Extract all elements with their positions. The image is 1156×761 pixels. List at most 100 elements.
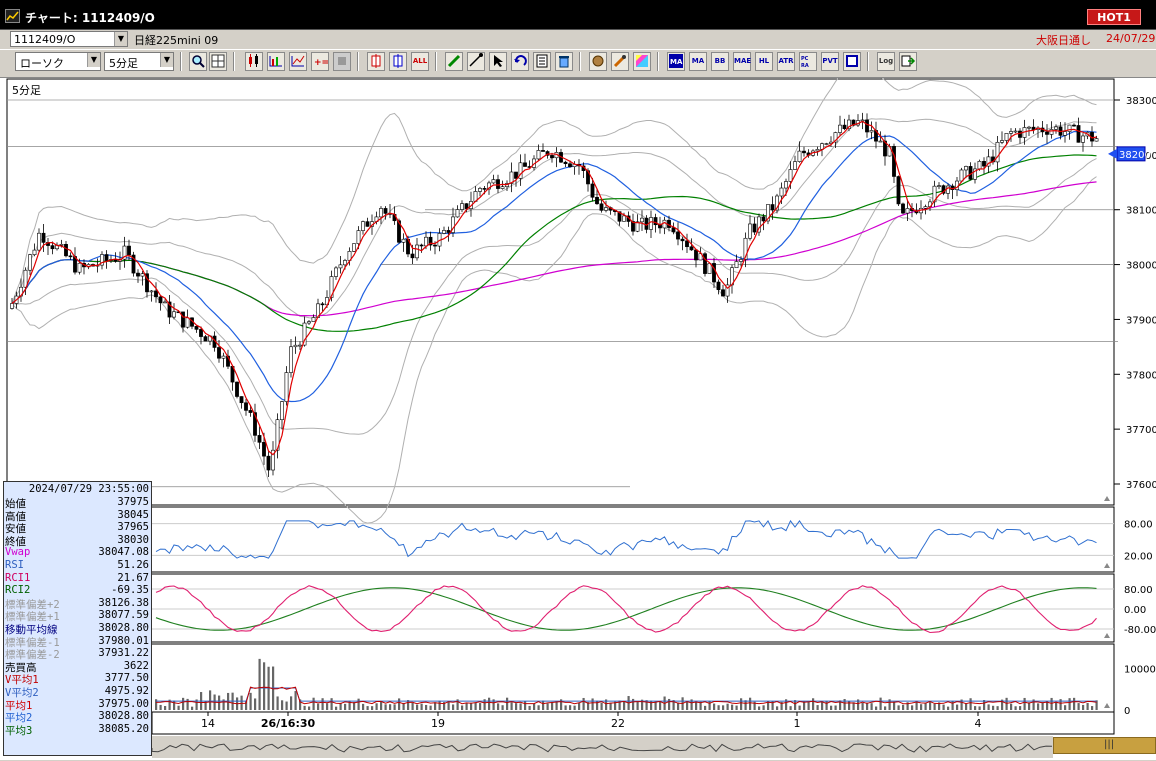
candle-body [842, 124, 847, 130]
candle-body [797, 150, 802, 162]
candle-body [752, 223, 757, 233]
volume-bar [263, 662, 266, 710]
info-value: 38126.38 [98, 596, 149, 609]
info-value: 37975 [117, 496, 149, 508]
chart-type-select[interactable]: ローソク ▼ [15, 52, 101, 71]
candle-body [140, 273, 145, 277]
candle-icon[interactable] [245, 52, 263, 71]
candle-body [734, 261, 739, 269]
cursor-icon[interactable] [489, 52, 507, 71]
candle-body [1004, 133, 1009, 141]
candle-body [536, 150, 541, 160]
frame-icon[interactable] [843, 52, 861, 71]
volume-bar [740, 698, 743, 710]
volume-bar [452, 704, 455, 710]
candle-body [289, 346, 293, 373]
candle-body [338, 264, 343, 269]
hot-button[interactable]: HOT1 [1087, 9, 1141, 25]
volume-bar [371, 706, 374, 710]
candle-body [761, 216, 766, 222]
ma2-line [11, 130, 1097, 403]
volume-bar [474, 702, 477, 710]
info-value: 51.26 [117, 559, 149, 571]
hot-label: HOT1 [1097, 11, 1131, 24]
mae-button[interactable]: MAE [733, 52, 751, 71]
volume-bar [722, 705, 725, 710]
candle-body [523, 162, 527, 167]
candle-body [293, 344, 298, 348]
pen-icon[interactable] [445, 52, 463, 71]
candle-body [568, 163, 572, 168]
color-icon[interactable] [633, 52, 651, 71]
volume-bar [1064, 705, 1067, 710]
pvt-button[interactable]: PVT [821, 52, 839, 71]
grid-icon[interactable] [209, 52, 227, 71]
volume-bar [623, 701, 626, 710]
ma-button[interactable]: MA [689, 52, 707, 71]
pcr-icon[interactable]: PC RA [799, 52, 817, 71]
all-button[interactable]: ALL [411, 52, 429, 71]
bar-chart-icon[interactable] [267, 52, 285, 71]
zoom-icon[interactable] [189, 52, 207, 71]
volume-bar [947, 706, 950, 710]
chevron-down-icon[interactable]: ▼ [160, 53, 173, 67]
candle-body [892, 146, 896, 177]
volume-bar [501, 705, 504, 710]
candle-body [838, 124, 842, 133]
interval-select[interactable]: 5分足 ▼ [104, 52, 174, 71]
box1-icon[interactable] [367, 52, 385, 71]
symbol-input[interactable]: 1112409/O ▼ [10, 31, 128, 47]
trash-icon[interactable] [555, 52, 573, 71]
candle-body [149, 290, 154, 293]
candle-body [865, 119, 869, 133]
volume-bar [1023, 697, 1026, 710]
svg-text:PC: PC [801, 56, 809, 62]
symbol-value: 1112409/O [14, 33, 76, 46]
volume-tick-label: 10000 [1124, 665, 1156, 676]
candle-body [298, 344, 302, 347]
candle-body [1081, 135, 1085, 143]
point-chart-icon[interactable]: += [311, 52, 329, 71]
undo-icon[interactable] [511, 52, 529, 71]
candle-body [716, 281, 721, 291]
volume-bar [164, 706, 167, 710]
log-button[interactable]: Log [877, 52, 895, 71]
candle-body [739, 259, 743, 262]
candle-body [199, 329, 203, 337]
volume-bar [528, 705, 531, 710]
info-value: 38045 [117, 508, 149, 521]
scrollbar-thumb[interactable]: ||| [1053, 737, 1156, 754]
chevron-down-icon[interactable]: ▼ [114, 32, 127, 46]
volume-bar [924, 702, 927, 710]
chart-area[interactable]: 38300 38200 38100 38000 37900 37800 37700 37600… [0, 77, 1156, 760]
volume-bar [551, 701, 554, 710]
candle-body [181, 311, 185, 328]
candle-body [1054, 126, 1058, 130]
volume-bar [884, 706, 887, 710]
brush-icon[interactable] [611, 52, 629, 71]
chevron-down-icon[interactable]: ▼ [87, 53, 100, 67]
box2-icon[interactable] [389, 52, 407, 71]
ma3-line [11, 154, 1097, 332]
candle-body [185, 317, 190, 328]
export-icon[interactable] [899, 52, 917, 71]
bb-button[interactable]: BB [711, 52, 729, 71]
ma-icon[interactable]: MA [667, 52, 685, 71]
hl-button[interactable]: HL [755, 52, 773, 71]
candle-body [433, 244, 437, 247]
memo-icon[interactable] [533, 52, 551, 71]
window-titlebar: チャート: 1112409/O HOT1 [0, 0, 1156, 30]
volume-bar [335, 706, 338, 710]
pattern-icon[interactable] [589, 52, 607, 71]
line-chart-icon[interactable] [289, 52, 307, 71]
svg-text:RA: RA [801, 63, 809, 69]
volume-bar [308, 706, 311, 710]
date-axis-label: 4 [975, 717, 982, 730]
info-label: RSI [5, 559, 24, 571]
volume-bar [326, 703, 329, 710]
volume-bar [1005, 697, 1008, 710]
trendline-icon[interactable] [467, 52, 485, 71]
chart-canvas[interactable]: 38300 38200 38100 38000 37900 37800 37700 37600… [0, 78, 1156, 761]
atr-button[interactable]: ATR [777, 52, 795, 71]
volume-bar [582, 697, 585, 710]
